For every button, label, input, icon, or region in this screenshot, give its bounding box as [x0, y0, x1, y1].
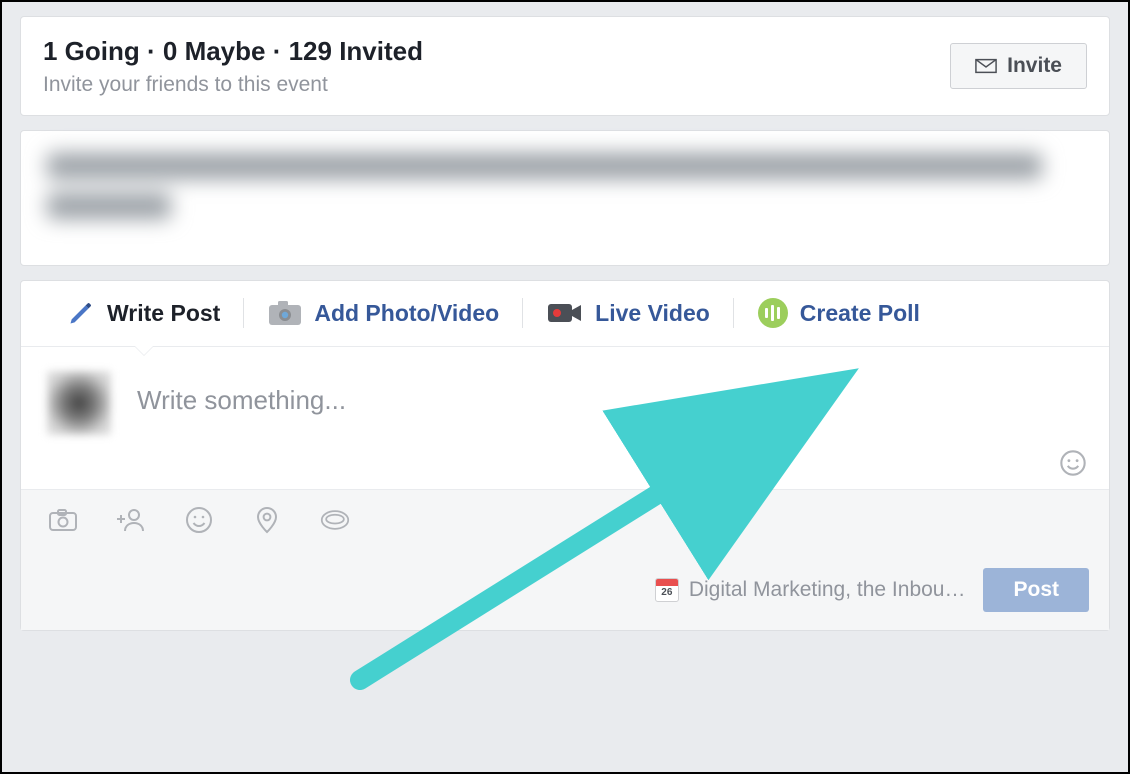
post-composer: Write Post Add Photo/Video Live Video — [20, 280, 1110, 631]
poll-icon — [758, 298, 788, 328]
composer-footer: Digital Marketing, the Inbou… Post — [21, 550, 1109, 630]
tab-live-video[interactable]: Live Video — [523, 280, 734, 346]
tab-live-video-label: Live Video — [595, 300, 710, 327]
post-button[interactable]: Post — [983, 568, 1089, 612]
video-camera-icon — [547, 301, 583, 325]
event-tag[interactable]: Digital Marketing, the Inbou… — [655, 578, 966, 602]
invite-button[interactable]: Invite — [950, 43, 1087, 89]
composer-tabs: Write Post Add Photo/Video Live Video — [21, 281, 1109, 347]
camera-icon — [268, 300, 302, 326]
gif-sticker-icon[interactable] — [319, 504, 351, 536]
tab-write-post-label: Write Post — [107, 300, 220, 327]
pencil-icon — [67, 299, 95, 327]
tag-people-icon[interactable] — [115, 504, 147, 536]
composer-attachment-bar — [21, 489, 1109, 550]
emoji-icon[interactable] — [1059, 449, 1087, 477]
invite-button-label: Invite — [1007, 54, 1062, 78]
photo-attachment-icon[interactable] — [47, 504, 79, 536]
check-in-location-icon[interactable] — [251, 504, 283, 536]
event-summary-card: 1 Going · 0 Maybe · 129 Invited Invite y… — [20, 16, 1110, 116]
tab-create-poll-label: Create Poll — [800, 300, 920, 327]
event-subtext: Invite your friends to this event — [43, 73, 423, 97]
tab-write-post[interactable]: Write Post — [43, 280, 244, 346]
tab-add-photo-video[interactable]: Add Photo/Video — [244, 280, 523, 346]
tab-add-photo-video-label: Add Photo/Video — [314, 300, 499, 327]
event-rsvp-headline: 1 Going · 0 Maybe · 129 Invited — [43, 35, 423, 69]
compose-textarea[interactable] — [137, 371, 1083, 416]
event-description-card-blurred — [20, 130, 1110, 266]
avatar — [47, 371, 111, 435]
envelope-icon — [975, 58, 997, 74]
composer-input-row — [21, 347, 1109, 489]
tab-create-poll[interactable]: Create Poll — [734, 280, 944, 346]
feeling-activity-icon[interactable] — [183, 504, 215, 536]
calendar-icon — [655, 578, 679, 602]
event-tag-label: Digital Marketing, the Inbou… — [689, 578, 966, 602]
